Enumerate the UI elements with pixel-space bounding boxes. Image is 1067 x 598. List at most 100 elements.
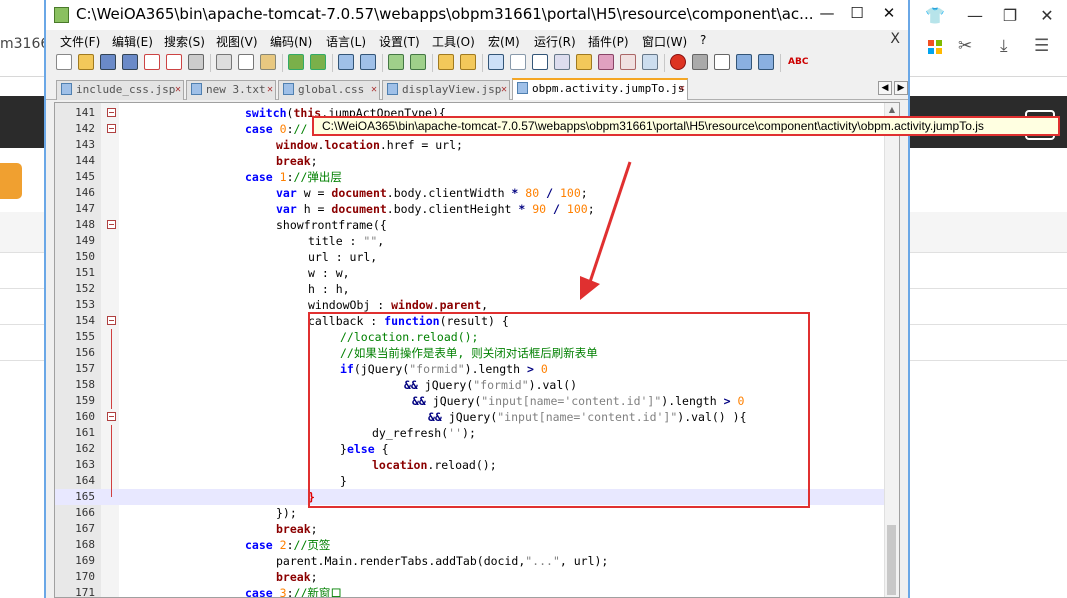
file-icon	[61, 83, 72, 95]
print-icon[interactable]	[188, 54, 204, 70]
file-icon	[517, 82, 528, 94]
save-icon[interactable]	[100, 54, 116, 70]
close-document-button[interactable]: X	[890, 31, 900, 47]
doc-map-icon[interactable]	[554, 54, 570, 70]
code-line: 145 case 1://弹出层	[75, 170, 342, 184]
toolbar-separator	[780, 54, 781, 72]
redo-icon[interactable]	[310, 54, 326, 70]
cut-icon[interactable]	[216, 54, 232, 70]
menu-edit[interactable]: 编辑(E)	[112, 33, 153, 50]
word-wrap-icon[interactable]	[488, 54, 504, 70]
record-macro-icon[interactable]	[670, 54, 686, 70]
menu-plugins[interactable]: 插件(P)	[588, 33, 629, 50]
tab-scroll-left-button[interactable]: ◀	[878, 81, 892, 95]
zoom-out-icon[interactable]	[410, 54, 426, 70]
minimize-button[interactable]: —	[812, 0, 842, 28]
menu-view[interactable]: 视图(V)	[216, 33, 258, 50]
highlight-box	[308, 312, 810, 508]
close-button[interactable]: ✕	[874, 0, 904, 28]
fold-toggle-icon[interactable]	[107, 220, 116, 229]
tab-new-3[interactable]: new 3.txt ✕	[186, 80, 276, 100]
doc-switch-icon[interactable]	[620, 54, 636, 70]
fold-toggle-icon[interactable]	[107, 108, 116, 117]
open-folder-icon[interactable]	[78, 54, 94, 70]
tab-displayview[interactable]: displayView.jsp ✕	[382, 80, 510, 100]
paste-icon[interactable]	[260, 54, 276, 70]
tab-close-icon[interactable]: ✕	[679, 83, 685, 94]
code-line: 168 case 2://页签	[75, 538, 331, 552]
save-all-icon[interactable]	[122, 54, 138, 70]
fold-toggle-icon[interactable]	[107, 412, 116, 421]
close-all-icon[interactable]	[166, 54, 182, 70]
microsoft-apps-icon[interactable]	[928, 40, 942, 54]
indent-guide-icon[interactable]	[532, 54, 548, 70]
tab-close-icon[interactable]: ✕	[267, 84, 273, 95]
code-line: 171 case 3://新窗口	[75, 586, 342, 598]
menu-language[interactable]: 语言(L)	[326, 33, 366, 50]
maximize-button[interactable]: ☐	[842, 0, 872, 28]
code-line: 167 break;	[75, 522, 318, 536]
menu-settings[interactable]: 设置(T)	[379, 33, 420, 50]
tab-global-css[interactable]: global.css ✕	[278, 80, 380, 100]
tab-close-icon[interactable]: ✕	[371, 84, 377, 95]
file-icon	[387, 83, 398, 95]
sync-horizontal-icon[interactable]	[460, 54, 476, 70]
toolbar-separator	[482, 54, 483, 72]
fold-toggle-icon[interactable]	[107, 124, 116, 133]
background-orange-button[interactable]	[0, 163, 22, 199]
show-all-chars-icon[interactable]	[510, 54, 526, 70]
toolbar-separator	[664, 54, 665, 72]
monitoring-icon[interactable]	[642, 54, 658, 70]
toolbar-separator	[282, 54, 283, 72]
new-file-icon[interactable]	[56, 54, 72, 70]
tab-include-css[interactable]: include_css.jsp ✕	[56, 80, 184, 100]
tab-close-icon[interactable]: ✕	[501, 84, 507, 95]
toolbar: ABC	[46, 50, 908, 76]
menu-file[interactable]: 文件(F)	[60, 33, 100, 50]
menu-tools[interactable]: 工具(O)	[432, 33, 475, 50]
menu-window[interactable]: 窗口(W)	[642, 33, 687, 50]
hamburger-menu-icon[interactable]: ☰	[1034, 36, 1049, 56]
close-icon[interactable]: ✕	[1032, 6, 1062, 25]
tab-scroll-right-button[interactable]: ▶	[894, 81, 908, 95]
vertical-scrollbar[interactable]: ▲	[884, 103, 899, 597]
scroll-up-icon[interactable]: ▲	[885, 103, 899, 117]
scissors-icon[interactable]: ✂	[958, 36, 972, 56]
run-macro-multiple-icon[interactable]	[736, 54, 752, 70]
tab-close-icon[interactable]: ✕	[175, 84, 181, 95]
copy-icon[interactable]	[238, 54, 254, 70]
download-icon[interactable]: ⤓	[1000, 36, 1008, 56]
find-icon[interactable]	[338, 54, 354, 70]
menu-help[interactable]: ?	[700, 33, 706, 47]
scrollbar-thumb[interactable]	[887, 525, 896, 595]
stop-macro-icon[interactable]	[692, 54, 708, 70]
sync-vertical-icon[interactable]	[438, 54, 454, 70]
undo-icon[interactable]	[288, 54, 304, 70]
title-bar[interactable]: C:\WeiOA365\bin\apache-tomcat-7.0.57\web…	[46, 0, 908, 30]
tab-obpm-activity-jumpto[interactable]: obpm.activity.jumpTo.js ✕	[512, 78, 688, 100]
folder-workspace-icon[interactable]	[598, 54, 614, 70]
notepad-plus-plus-window: C:\WeiOA365\bin\apache-tomcat-7.0.57\web…	[44, 0, 910, 598]
fold-toggle-icon[interactable]	[107, 316, 116, 325]
restore-icon[interactable]: ❐	[995, 6, 1025, 25]
shirt-icon[interactable]: 👕	[920, 6, 950, 25]
zoom-in-icon[interactable]	[388, 54, 404, 70]
menu-run[interactable]: 运行(R)	[534, 33, 576, 50]
tab-label: global.css	[298, 83, 365, 96]
code-line: 150 url : url,	[75, 250, 378, 264]
tab-label: obpm.activity.jumpTo.js	[532, 82, 685, 95]
annotation-arrow-icon	[580, 161, 632, 300]
play-macro-icon[interactable]	[714, 54, 730, 70]
minimize-icon[interactable]: —	[960, 6, 990, 25]
replace-icon[interactable]	[360, 54, 376, 70]
function-list-icon[interactable]	[576, 54, 592, 70]
save-macro-icon[interactable]	[758, 54, 774, 70]
code-line: 170 break;	[75, 570, 318, 584]
code-line: 151 w : w,	[75, 266, 350, 280]
menu-search[interactable]: 搜索(S)	[164, 33, 205, 50]
menu-macro[interactable]: 宏(M)	[488, 33, 520, 50]
menu-encoding[interactable]: 编码(N)	[270, 33, 312, 50]
code-line: 153 windowObj : window.parent,	[75, 298, 489, 312]
spell-check-icon[interactable]: ABC	[788, 54, 808, 70]
close-file-icon[interactable]	[144, 54, 160, 70]
